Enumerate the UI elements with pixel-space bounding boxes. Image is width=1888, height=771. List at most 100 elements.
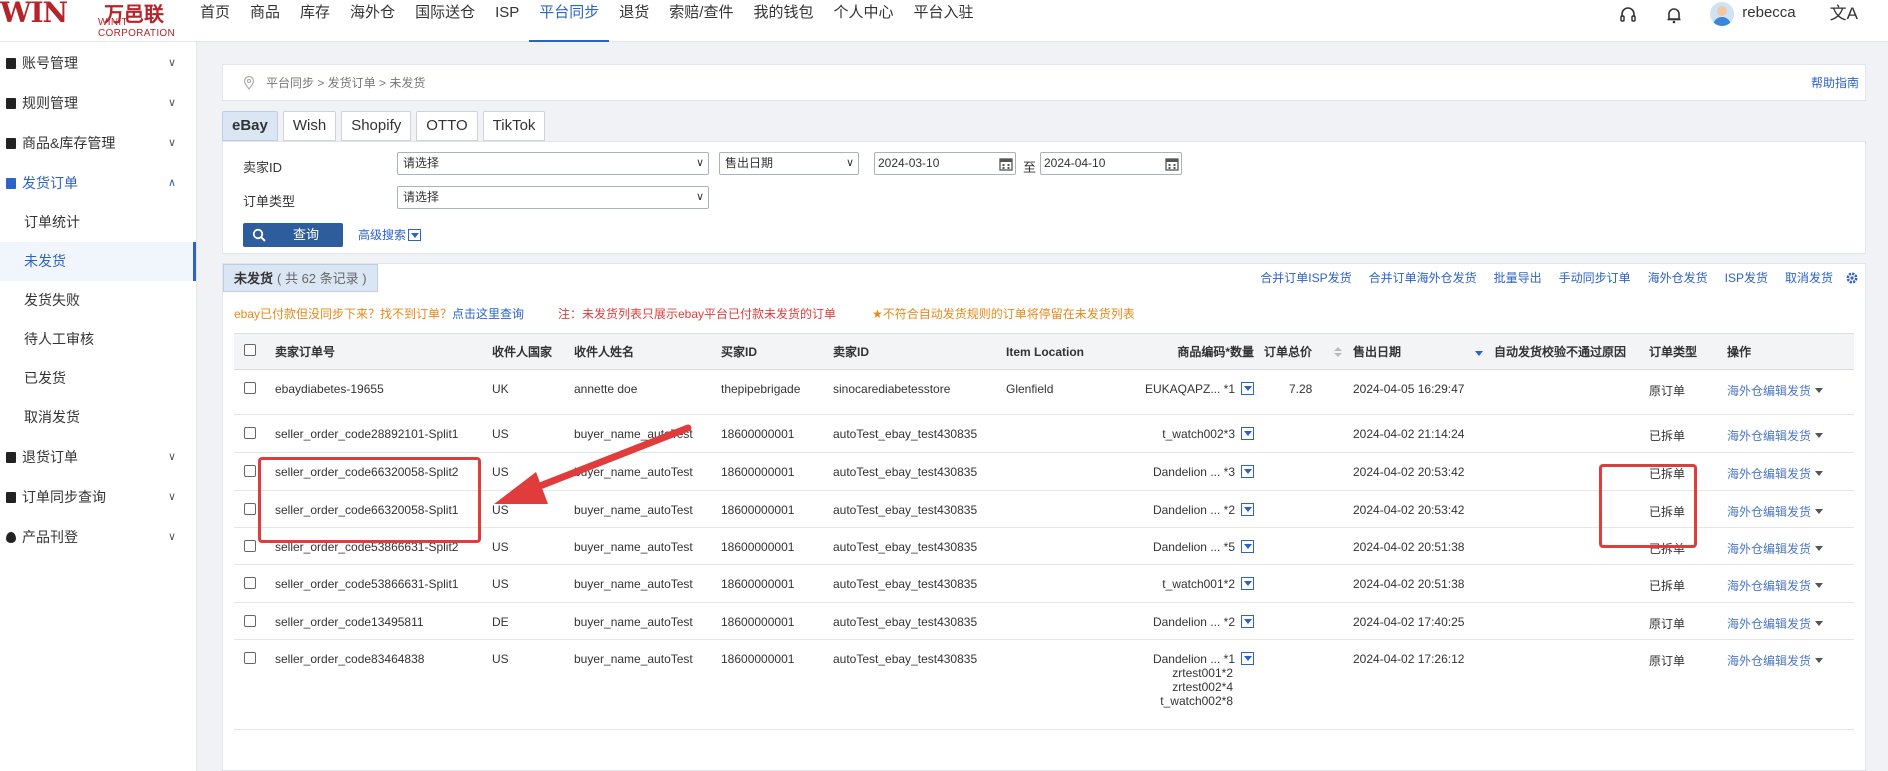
hint-query-link[interactable]: 点击这里查询 [452,305,524,322]
row-checkbox[interactable] [244,652,256,664]
sidebar-item-cancel[interactable]: 取消发货 [0,398,196,437]
dropdown-arrow-icon[interactable] [1241,615,1254,628]
caret-down-icon[interactable] [1815,509,1824,514]
edit-ship-link[interactable]: 海外仓编辑发货 [1727,654,1811,668]
dropdown-arrow-icon[interactable] [1241,465,1254,478]
table-row[interactable]: ebaydiabetes-19655 UK annette doe thepipebr… [234,369,1854,415]
sidebar-item-stats[interactable]: 订单统计 [0,203,196,242]
table-row[interactable]: seller_order_code83464838 US buyer_name_au… [234,639,1854,730]
row-checkbox[interactable] [244,465,256,477]
translate-icon[interactable]: 文A [1830,0,1858,28]
user-name[interactable]: rebecca [1742,0,1795,26]
sidebar-group-sync[interactable]: 订单同步查询 ∨ [0,477,196,517]
tab-ebay[interactable]: eBay [222,111,278,141]
select-all-checkbox[interactable] [244,344,256,356]
caret-down-icon[interactable] [1815,583,1824,588]
action-link-4[interactable]: 海外仓发货 [1648,264,1708,292]
dropdown-arrow-icon[interactable] [1241,427,1254,440]
dropdown-arrow-icon[interactable] [1241,540,1254,553]
dropdown-arrow-icon[interactable] [1241,382,1254,395]
table-row[interactable]: seller_order_code53866631-Split1 US buyer_… [234,564,1854,603]
action-link-6[interactable]: 取消发货 [1785,264,1833,292]
date-type-select[interactable]: 售出日期 ∨ [719,152,859,175]
action-link-2[interactable]: 批量导出 [1494,264,1542,292]
table-row[interactable]: seller_order_code53866631-Split2 US buyer_… [234,527,1854,565]
help-guide-link[interactable]: 帮助指南 [1811,65,1859,102]
dropdown-arrow-icon[interactable] [1241,503,1254,516]
sidebar-item-shipped[interactable]: 已发货 [0,359,196,398]
table-row[interactable]: seller_order_code66320058-Split1 US buyer_… [234,490,1854,528]
nav-item-10[interactable]: 个人中心 [823,0,903,42]
edit-ship-link[interactable]: 海外仓编辑发货 [1727,617,1811,631]
order-type-select[interactable]: 请选择 ∨ [397,186,709,209]
tab-tiktok[interactable]: TikTok [482,111,546,141]
nav-item-3[interactable]: 海外仓 [340,0,405,42]
nav-item-1[interactable]: 商品 [240,0,290,42]
caret-down-icon[interactable] [1815,433,1824,438]
table-row[interactable]: seller_order_code28892101-Split1 US buyer_… [234,414,1854,453]
caret-down-icon[interactable] [1815,546,1824,551]
seller-id-select[interactable]: 请选择 ∨ [397,152,709,175]
nav-item-7[interactable]: 退货 [609,0,659,42]
caret-down-icon[interactable] [1815,471,1824,476]
tab-wish[interactable]: Wish [282,111,337,141]
col-total[interactable]: 订单总价 [1259,333,1348,370]
action-link-3[interactable]: 手动同步订单 [1559,264,1631,292]
edit-ship-link[interactable]: 海外仓编辑发货 [1727,579,1811,593]
edit-ship-link[interactable]: 海外仓编辑发货 [1727,467,1811,481]
nav-item-8[interactable]: 索赔/查件 [659,0,743,42]
caret-down-icon[interactable] [1815,388,1824,393]
brand-logo[interactable]: WIN 万邑联 WINIT CORPORATION [0,0,190,42]
sidebar-group-goods[interactable]: 商品&库存管理 ∨ [0,123,196,163]
dropdown-arrow-icon[interactable] [1241,577,1254,590]
headset-icon[interactable] [1618,5,1638,25]
avatar[interactable] [1710,2,1735,26]
gear-icon[interactable] [1845,271,1859,285]
date-to-input[interactable]: 2024-04-10 [1040,152,1182,175]
advanced-search-toggle[interactable]: 高级搜索 [358,223,422,247]
action-link-0[interactable]: 合并订单ISP发货 [1260,264,1351,292]
edit-ship-link[interactable]: 海外仓编辑发货 [1727,505,1811,519]
sort-icon[interactable] [1334,347,1342,357]
action-link-5[interactable]: ISP发货 [1725,264,1768,292]
col-date[interactable]: 售出日期 [1348,333,1489,370]
tab-otto[interactable]: OTTO [416,111,478,141]
caret-down-icon[interactable] [1815,621,1824,626]
row-checkbox[interactable] [244,503,256,515]
edit-ship-link[interactable]: 海外仓编辑发货 [1727,542,1811,556]
tab-shopify[interactable]: Shopify [341,111,412,141]
nav-item-0[interactable]: 首页 [190,0,240,42]
table-row[interactable]: seller_order_code66320058-Split2 US buyer_… [234,452,1854,491]
sidebar-group-ship[interactable]: 发货订单 ∧ [0,163,196,203]
sidebar-item-manual[interactable]: 待人工审核 [0,320,196,359]
table-row[interactable]: seller_order_code13495811 DE buyer_name_au… [234,602,1854,640]
edit-ship-link[interactable]: 海外仓编辑发货 [1727,384,1811,398]
sidebar-item-failed[interactable]: 发货失败 [0,281,196,320]
action-link-1[interactable]: 合并订单海外仓发货 [1369,264,1477,292]
sidebar-group-rules[interactable]: 规则管理 ∨ [0,83,196,123]
calendar-icon[interactable] [1165,156,1179,171]
calendar-icon[interactable] [999,156,1013,171]
dropdown-arrow-icon[interactable] [1241,652,1254,665]
nav-item-5[interactable]: ISP [485,0,529,42]
sidebar-group-listing[interactable]: 产品刊登 ∨ [0,517,196,557]
sidebar-group-return[interactable]: 退货订单 ∨ [0,437,196,477]
sort-desc-icon[interactable] [1475,347,1483,357]
nav-item-11[interactable]: 平台入驻 [904,0,984,42]
bell-icon[interactable] [1664,5,1684,25]
row-checkbox[interactable] [244,615,256,627]
query-button[interactable]: 查询 [243,223,343,247]
edit-ship-link[interactable]: 海外仓编辑发货 [1727,429,1811,443]
sidebar-group-account[interactable]: 账号管理 ∨ [0,43,196,83]
row-checkbox[interactable] [244,577,256,589]
date-from-input[interactable]: 2024-03-10 [874,152,1016,175]
nav-item-2[interactable]: 库存 [290,0,340,42]
tab-unshipped[interactable]: 未发货( 共 62 条记录 ) [223,264,378,292]
row-checkbox[interactable] [244,540,256,552]
nav-item-9[interactable]: 我的钱包 [743,0,823,42]
row-checkbox[interactable] [244,427,256,439]
nav-item-4[interactable]: 国际送仓 [405,0,485,42]
nav-item-6[interactable]: 平台同步 [529,0,610,42]
sidebar-item-unshipped[interactable]: 未发货 [0,242,196,281]
row-checkbox[interactable] [244,382,256,394]
